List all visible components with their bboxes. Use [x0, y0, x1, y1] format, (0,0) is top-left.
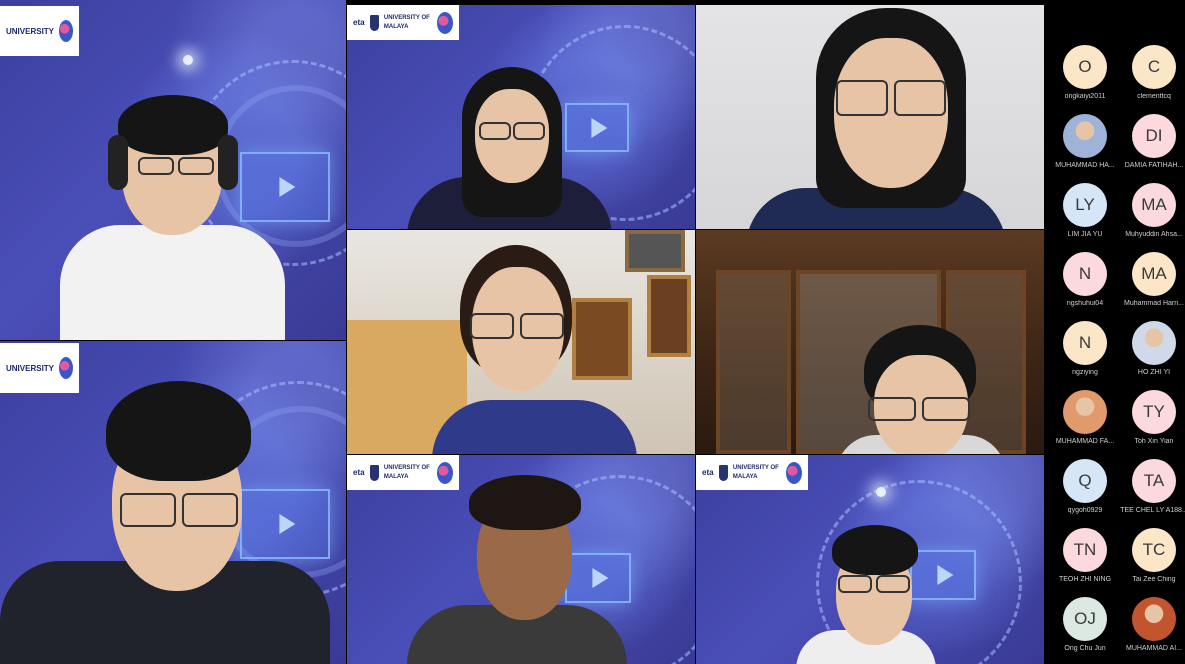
- participant-tile[interactable]: DI DAMIA FATIHAH...: [1119, 114, 1185, 169]
- participant-name: ongkaiyi2011: [1064, 93, 1106, 100]
- participant-panel: Oongkaiyi2011 Cclementtcq MUHAMMAD HA... DI…: [1044, 0, 1185, 664]
- logo-text: eta: [353, 468, 365, 477]
- logo-text: eta: [702, 468, 714, 477]
- picture-frame: [647, 275, 691, 357]
- sponsor-logo: eta UNIVERSITY OF MALAYA: [696, 455, 808, 490]
- play-icon: [240, 152, 330, 222]
- play-icon: [565, 103, 629, 152]
- video-tile[interactable]: eta UNIVERSITY OF MALAYA: [696, 455, 1044, 664]
- avatar-initials: C: [1132, 45, 1176, 89]
- avatar-photo: [1063, 114, 1107, 158]
- logo-text: UNIVERSITY: [6, 26, 55, 36]
- avatar-photo: [1132, 321, 1176, 365]
- avatar-photo: [1132, 597, 1176, 641]
- glow-dot: [183, 55, 193, 65]
- play-icon: [240, 489, 330, 559]
- participant-name: TEOH ZHI NING: [1058, 576, 1112, 583]
- avatar-initials: LY: [1063, 183, 1107, 227]
- cabinet-glass: [716, 270, 791, 454]
- brain-logo-icon: [436, 461, 453, 484]
- participant-tile[interactable]: TA TEE CHEL LY A188...: [1119, 459, 1185, 514]
- logo-text: UNIVERSITY: [6, 363, 55, 373]
- avatar-initials: N: [1063, 321, 1107, 365]
- logo-text: UNIVERSITY OF MALAYA: [383, 464, 430, 480]
- avatar-initials: MA: [1132, 252, 1176, 296]
- participant-name: Muhammad Harri...: [1124, 300, 1184, 307]
- picture-frame: [625, 230, 685, 272]
- participant-tile[interactable]: MUHAMMAD FA...: [1050, 390, 1120, 445]
- university-crest-icon: [369, 464, 379, 481]
- picture-frame: [572, 298, 632, 380]
- avatar-initials: TN: [1063, 528, 1107, 572]
- brain-logo-icon: [785, 461, 802, 484]
- participant-name: ngshuhui04: [1066, 300, 1104, 307]
- participant-name: TEE CHEL LY A188...: [1120, 507, 1185, 514]
- avatar-initials: TY: [1132, 390, 1176, 434]
- participant-name: qygoh0929: [1067, 507, 1103, 514]
- participant-tile[interactable]: OJ Ong Chu Jun: [1050, 597, 1120, 652]
- participant-tile[interactable]: MA Muhammad Harri...: [1119, 252, 1185, 307]
- avatar-photo: [1063, 390, 1107, 434]
- participant-name: clementtcq: [1137, 93, 1171, 100]
- avatar-initials: N: [1063, 252, 1107, 296]
- glow-dot: [876, 487, 886, 497]
- participant-name: Muhyuddin Ahsa...: [1125, 231, 1183, 238]
- participant-tile[interactable]: TN TEOH ZHI NING: [1050, 528, 1120, 583]
- logo-text: UNIVERSITY OF MALAYA: [732, 464, 779, 480]
- participant-name: LIM JIA YU: [1067, 231, 1103, 238]
- avatar-initials: OJ: [1063, 597, 1107, 641]
- brain-logo-icon: [436, 11, 453, 34]
- logo-text: UNIVERSITY OF MALAYA: [383, 14, 430, 30]
- video-tile[interactable]: eta UNIVERSITY OF MALAYA: [347, 455, 695, 664]
- video-tile[interactable]: [696, 5, 1044, 229]
- participant-name: HO ZHI YI: [1137, 369, 1171, 376]
- participant-tile[interactable]: Oongkaiyi2011: [1050, 45, 1120, 100]
- participant-tile[interactable]: LY LIM JIA YU: [1050, 183, 1120, 238]
- university-crest-icon: [369, 14, 379, 31]
- participant-tile[interactable]: TC Tai Zee Ching: [1119, 528, 1185, 583]
- participant-name: Tai Zee Ching: [1132, 576, 1176, 583]
- university-crest-icon: [718, 464, 728, 481]
- participant-name: MUHAMMAD FA...: [1055, 438, 1115, 445]
- sponsor-logo: UNIVERSITY: [0, 343, 79, 393]
- video-tile[interactable]: UNIVERSITY: [0, 341, 346, 664]
- avatar-initials: TA: [1132, 459, 1176, 503]
- participant-name: DAMIA FATIHAH...: [1124, 162, 1184, 169]
- participant-tile[interactable]: Cclementtcq: [1119, 45, 1185, 100]
- participant-tile[interactable]: TY Toh Xin Yian: [1119, 390, 1185, 445]
- logo-text: eta: [353, 18, 365, 27]
- participant-name: MUHAMMAD AI...: [1125, 645, 1182, 652]
- participant-tile[interactable]: MUHAMMAD HA...: [1050, 114, 1120, 169]
- sponsor-logo: UNIVERSITY: [0, 6, 79, 56]
- sponsor-logo: eta UNIVERSITY OF MALAYA: [347, 455, 459, 490]
- participant-tile[interactable]: Qqygoh0929: [1050, 459, 1120, 514]
- sponsor-logo: eta UNIVERSITY OF MALAYA: [347, 5, 459, 40]
- video-tile[interactable]: UNIVERSITY: [0, 0, 346, 340]
- participant-tile[interactable]: MUHAMMAD AI...: [1119, 597, 1185, 652]
- avatar-initials: TC: [1132, 528, 1176, 572]
- participant-tile[interactable]: Nngshuhui04: [1050, 252, 1120, 307]
- avatar-initials: DI: [1132, 114, 1176, 158]
- participant-tile[interactable]: HO ZHI YI: [1119, 321, 1185, 376]
- avatar-initials: Q: [1063, 459, 1107, 503]
- participant-name: Ong Chu Jun: [1064, 645, 1106, 652]
- video-tile[interactable]: eta UNIVERSITY OF MALAYA: [347, 5, 695, 229]
- participant-name: Toh Xin Yian: [1134, 438, 1174, 445]
- play-icon: [910, 550, 976, 600]
- brain-logo-icon: [59, 20, 73, 42]
- play-icon: [565, 553, 631, 603]
- participant-name: ngziying: [1072, 369, 1098, 376]
- participant-tile[interactable]: MA Muhyuddin Ahsa...: [1119, 183, 1185, 238]
- avatar-initials: MA: [1132, 183, 1176, 227]
- participant-name: MUHAMMAD HA...: [1055, 162, 1115, 169]
- video-tile[interactable]: [347, 230, 695, 454]
- brain-logo-icon: [59, 357, 73, 379]
- video-tile[interactable]: [696, 230, 1044, 454]
- avatar-initials: O: [1063, 45, 1107, 89]
- participant-tile[interactable]: Nngziying: [1050, 321, 1120, 376]
- video-grid: UNIVERSITY eta UNIVERSITY OF MALAYA UNIV…: [0, 0, 1044, 664]
